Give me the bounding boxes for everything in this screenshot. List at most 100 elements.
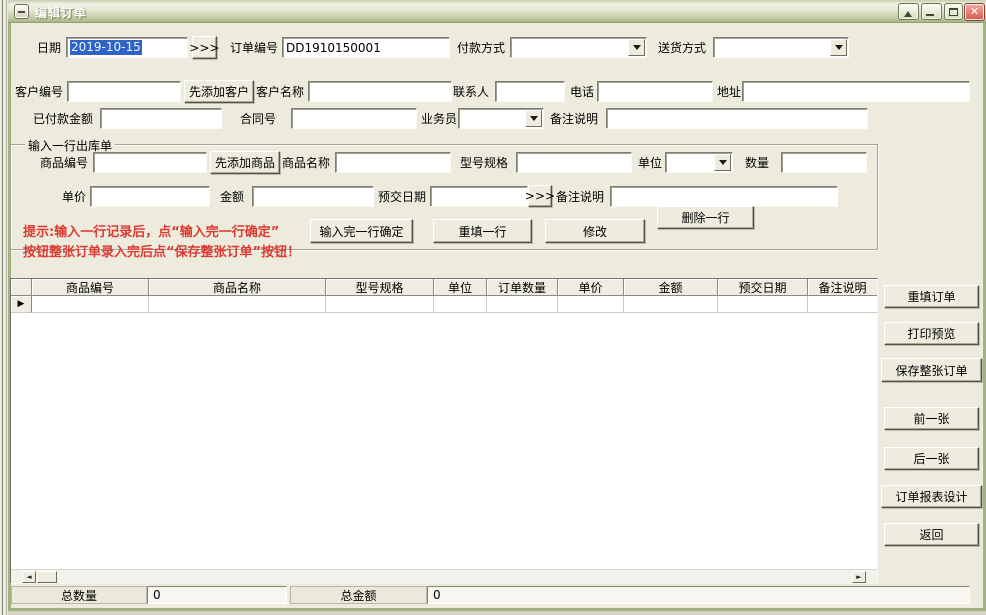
payment-method-label: 付款方式	[457, 41, 505, 55]
row-selector-cell[interactable]: ▶	[11, 296, 32, 313]
predate-picker-button[interactable]: >>>	[528, 185, 552, 207]
address-input[interactable]	[742, 81, 970, 102]
maximize-button[interactable]	[944, 3, 963, 20]
grid-horizontal-scrollbar[interactable]: ◄ ►	[11, 569, 877, 583]
unit-label: 单位	[638, 156, 662, 170]
grid-header-order-qty: 订单数量	[487, 279, 558, 296]
close-button[interactable]: ✕	[964, 3, 985, 21]
price-label: 单价	[62, 190, 86, 204]
grid-cell[interactable]	[434, 296, 487, 313]
contract-no-input[interactable]	[291, 108, 417, 129]
order-lines-grid: 商品编号 商品名称 型号规格 单位 订单数量 单价 金额 预交日期 备注说明 ▶	[10, 278, 878, 584]
window-title: 编辑订单	[35, 4, 87, 21]
grid-cell[interactable]	[487, 296, 558, 313]
customer-name-label: 客户名称	[256, 85, 304, 99]
divider	[2, 0, 3, 615]
divider	[6, 0, 7, 615]
scrollbar-thumb[interactable]	[37, 571, 57, 583]
add-customer-button[interactable]: 先添加客户	[184, 80, 254, 103]
grid-row[interactable]: ▶	[11, 296, 877, 313]
next-order-button[interactable]: 后一张	[884, 447, 979, 470]
refill-row-button[interactable]: 重填一行	[433, 219, 532, 243]
dropdown-button[interactable]	[830, 39, 847, 56]
order-no-label: 订单编号	[230, 41, 278, 55]
grid-header-row: 商品编号 商品名称 型号规格 单位 订单数量 单价 金额 预交日期 备注说明	[11, 279, 877, 296]
contact-input[interactable]	[495, 81, 565, 102]
product-no-label: 商品编号	[40, 156, 88, 170]
grid-cell[interactable]	[718, 296, 808, 313]
dropdown-button[interactable]	[628, 39, 645, 56]
edit-order-window: 编辑订单 ✕ 日期 2019-10-15 >>> 订单编号 付款方式 送货方式 …	[8, 0, 986, 611]
delivery-method-label: 送货方式	[658, 41, 706, 55]
order-remark-label: 备注说明	[550, 112, 598, 126]
order-remark-input[interactable]	[606, 108, 868, 129]
grid-header-spec: 型号规格	[326, 279, 434, 296]
confirm-row-button[interactable]: 输入完一行确定	[310, 219, 413, 243]
modify-button[interactable]: 修改	[545, 219, 645, 243]
add-product-button[interactable]: 先添加商品	[210, 151, 280, 174]
previous-order-button[interactable]: 前一张	[884, 407, 979, 430]
report-design-button[interactable]: 订单报表设计	[881, 485, 982, 508]
product-name-input[interactable]	[335, 152, 451, 173]
minimize-button[interactable]	[921, 3, 942, 20]
return-button[interactable]: 返回	[884, 523, 979, 546]
print-preview-button[interactable]: 打印预览	[884, 322, 979, 345]
predate-input[interactable]	[430, 186, 528, 207]
date-input[interactable]: 2019-10-15	[66, 37, 188, 58]
grid-cell[interactable]	[149, 296, 326, 313]
save-order-button[interactable]: 保存整张订单	[881, 358, 982, 382]
scroll-left-button[interactable]: ◄	[22, 571, 36, 583]
date-picker-button[interactable]: >>>	[192, 36, 217, 59]
restore-button[interactable]	[898, 3, 919, 20]
payment-method-select[interactable]	[510, 37, 647, 58]
window-icon	[14, 4, 29, 19]
grid-cell[interactable]	[32, 296, 149, 313]
amount-input[interactable]	[252, 186, 374, 207]
line-remark-input[interactable]	[610, 186, 838, 207]
price-input[interactable]	[90, 186, 210, 207]
tip-line2: 按钮整张订单录入完后点“保存整张订单”按钮！	[23, 241, 300, 260]
chevron-down-icon	[835, 45, 843, 54]
order-no-input[interactable]	[282, 37, 450, 58]
desktop: 编辑订单 ✕ 日期 2019-10-15 >>> 订单编号 付款方式 送货方式 …	[0, 0, 986, 615]
dropdown-button[interactable]	[525, 110, 542, 127]
qty-input[interactable]	[781, 152, 867, 173]
product-no-input[interactable]	[93, 152, 207, 173]
background-window-edge	[0, 0, 8, 615]
arrow-up-icon	[904, 7, 912, 17]
spec-input[interactable]	[516, 152, 632, 173]
predate-label: 预交日期	[378, 190, 426, 204]
title-bar[interactable]: 编辑订单 ✕	[8, 0, 986, 23]
delivery-method-select[interactable]	[713, 37, 849, 58]
salesman-label: 业务员	[421, 112, 457, 126]
close-icon: ✕	[965, 5, 984, 18]
tip-line1: 提示:输入一行记录后，点“输入完一行确定”	[23, 221, 279, 240]
dropdown-button[interactable]	[714, 154, 731, 171]
scroll-right-button[interactable]: ►	[852, 571, 866, 583]
grid-cell[interactable]	[558, 296, 624, 313]
scroll-left-icon: ◄	[26, 573, 31, 581]
chevron-down-icon	[633, 45, 641, 54]
grid-header-predate: 预交日期	[718, 279, 808, 296]
customer-name-input[interactable]	[308, 81, 452, 102]
grid-header-product-name: 商品名称	[149, 279, 326, 296]
customer-no-input[interactable]	[67, 81, 181, 102]
refill-order-button[interactable]: 重填订单	[884, 285, 979, 308]
paid-amount-input[interactable]	[100, 108, 222, 129]
contract-no-label: 合同号	[240, 112, 276, 126]
unit-select[interactable]	[665, 152, 733, 173]
delete-row-button[interactable]: 删除一行	[657, 206, 754, 229]
maximize-icon	[949, 8, 958, 16]
qty-label: 数量	[745, 156, 769, 170]
phone-input[interactable]	[597, 81, 713, 102]
grid-cell[interactable]	[808, 296, 877, 313]
customer-no-label: 客户编号	[15, 85, 63, 99]
current-row-marker-icon: ▶	[18, 300, 25, 309]
grid-header-price: 单价	[558, 279, 624, 296]
amount-label: 金额	[220, 190, 244, 204]
total-amount-label: 总金额	[290, 586, 427, 604]
grid-cell[interactable]	[624, 296, 718, 313]
date-value: 2019-10-15	[70, 40, 142, 55]
grid-cell[interactable]	[326, 296, 434, 313]
salesman-select[interactable]	[458, 108, 544, 129]
